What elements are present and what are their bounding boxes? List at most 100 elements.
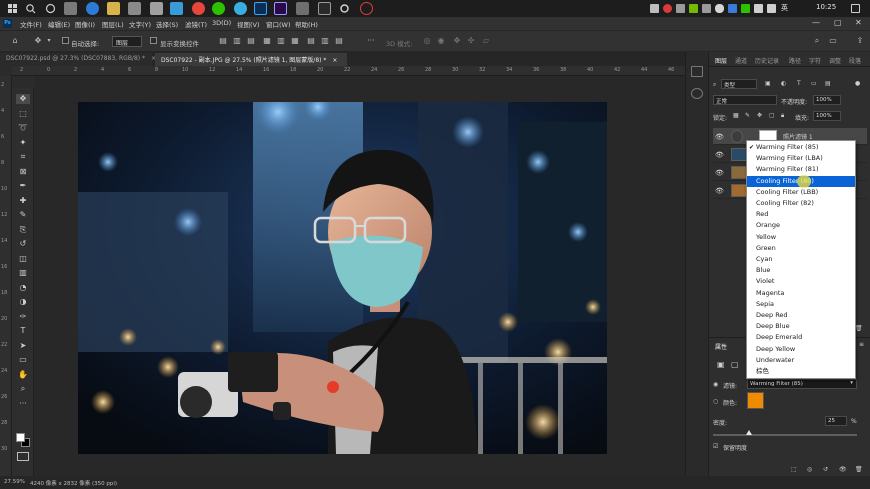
preserve-checkbox-icon[interactable]: ☑ [713, 443, 718, 450]
learn-panel-icon[interactable] [691, 66, 703, 77]
tab-character[interactable]: 字符 [809, 56, 821, 65]
nvidia-icon[interactable] [689, 4, 698, 13]
search-tool-icon[interactable]: ⌕ [812, 36, 822, 46]
density-slider-track[interactable] [713, 434, 857, 436]
document-photo[interactable] [78, 102, 607, 454]
layer-kind-filter[interactable]: 类型 [721, 79, 757, 89]
color-radio-icon[interactable]: ○ [713, 398, 718, 405]
filter-search-icon[interactable]: ⌕ [713, 81, 716, 89]
cloud-icon[interactable] [715, 4, 724, 13]
menu-image[interactable]: 图像(I) [75, 19, 95, 29]
zoom-level[interactable]: 27.59% [4, 479, 25, 485]
hand-tool-icon[interactable]: ✋ [16, 370, 30, 380]
type-filter-icon[interactable]: T [797, 80, 801, 87]
menu-view[interactable]: 视图(V) [237, 19, 260, 29]
blend-mode-dropdown[interactable]: 正常 [713, 95, 777, 105]
menu-type[interactable]: 文字(Y) [129, 19, 151, 29]
3d-pan-icon[interactable]: ✥ [452, 36, 462, 46]
properties-title[interactable]: 属性 [715, 342, 727, 351]
density-slider-thumb[interactable] [746, 430, 752, 435]
foreground-color-swatch[interactable] [16, 433, 25, 442]
quick-select-tool-icon[interactable]: ✦ [16, 138, 30, 148]
reset-icon[interactable]: ↺ [823, 466, 828, 473]
menu-help[interactable]: 帮助(H) [295, 19, 318, 29]
bluetooth-icon[interactable] [728, 4, 737, 13]
horizontal-ruler[interactable]: 2 0 2 4 6 8 10 12 14 16 18 20 22 24 26 28 30 32 34 36 38 40 42… [12, 66, 685, 76]
rectangle-tool-icon[interactable]: ▭ [16, 355, 30, 365]
3d-slide-icon[interactable]: ✣ [466, 36, 476, 46]
menu-window[interactable]: 窗口(W) [266, 19, 291, 29]
history-brush-tool-icon[interactable]: ↺ [16, 239, 30, 249]
restore-button[interactable]: ▢ [834, 18, 842, 27]
chrome-icon[interactable] [192, 2, 205, 15]
filter-option[interactable]: Deep Red [747, 310, 855, 321]
notification-icon[interactable] [851, 4, 860, 13]
lock-position-icon[interactable]: ✥ [757, 112, 762, 119]
file-explorer-icon[interactable] [64, 2, 77, 15]
filter-option[interactable]: ✔ Warming Filter (85) [747, 142, 855, 153]
menu-filter[interactable]: 滤镜(T) [185, 19, 207, 29]
visibility-eye-icon[interactable]: 👁︎ [715, 187, 724, 195]
minimize-button[interactable]: — [812, 18, 820, 27]
filter-option[interactable]: Orange [747, 220, 855, 231]
delete-adjustment-icon[interactable]: 🗑︎ [855, 466, 863, 473]
path-select-tool-icon[interactable]: ➤ [16, 341, 30, 351]
wifi-icon[interactable] [754, 4, 763, 13]
show-transform-checkbox[interactable] [150, 37, 157, 44]
distribute-right-icon[interactable]: ▤ [334, 36, 344, 46]
filter-option[interactable]: Deep Blue [747, 321, 855, 332]
filter-toggle-icon[interactable]: ● [855, 80, 860, 87]
filter-option[interactable]: Underwater [747, 355, 855, 366]
opacity-field[interactable]: 100% [813, 95, 841, 105]
filter-option[interactable]: Cooling Filter (82) [747, 198, 855, 209]
clip-to-layer-icon[interactable]: ⬚ [791, 466, 797, 473]
filter-option[interactable]: Violet [747, 276, 855, 287]
frame-tool-icon[interactable]: ⊠ [16, 167, 30, 177]
visibility-eye-icon[interactable]: 👁︎ [715, 133, 724, 141]
document-info[interactable]: 4240 像素 x 2832 像素 (350 ppi) [30, 479, 117, 487]
more-tools-icon[interactable]: ··· [16, 399, 30, 409]
pixel-filter-icon[interactable]: ▣ [765, 80, 771, 87]
auto-select-checkbox[interactable] [62, 37, 69, 44]
app-icon[interactable] [150, 2, 163, 15]
menu-layer[interactable]: 图层(L) [102, 19, 124, 29]
color-panel-icon[interactable] [691, 88, 703, 99]
tab-psd-document[interactable]: DSC07922.psd @ 27.3% (DSC07883, RGB/8) *… [0, 53, 156, 66]
blur-tool-icon[interactable]: ◔ [16, 283, 30, 293]
music-icon[interactable] [170, 2, 183, 15]
mask-properties-icon[interactable]: ▢ [731, 360, 739, 369]
tab-paragraph[interactable]: 段落 [849, 56, 861, 65]
fill-field[interactable]: 100% [813, 111, 841, 121]
windows-start-icon[interactable] [6, 2, 19, 15]
adjustment-filter-icon[interactable]: ◐ [781, 80, 786, 87]
align-right-icon[interactable]: ▤ [246, 36, 256, 46]
crop-tool-icon[interactable]: ⌗ [16, 152, 30, 162]
app-tray-icon[interactable] [676, 4, 685, 13]
cat-icon[interactable] [318, 2, 331, 15]
filter-option[interactable]: Magenta [747, 288, 855, 299]
filter-option[interactable]: Deep Emerald [747, 332, 855, 343]
filter-radio-icon[interactable]: ◉ [713, 381, 718, 388]
lock-artboard-icon[interactable]: ▢ [769, 112, 775, 119]
photoshop-taskbar-icon[interactable] [254, 2, 267, 15]
align-middle-icon[interactable]: ▥ [276, 36, 286, 46]
view-previous-icon[interactable]: ◎ [807, 466, 812, 473]
menu-3d[interactable]: 3D(D) [212, 19, 231, 27]
filter-option[interactable]: Cyan [747, 254, 855, 265]
workspace-icon[interactable]: ▭ [828, 36, 838, 46]
align-left-icon[interactable]: ▤ [218, 36, 228, 46]
clock[interactable]: 10:25 [816, 3, 836, 11]
menu-file[interactable]: 文件(F) [20, 19, 42, 29]
usb-icon[interactable] [296, 2, 309, 15]
auto-select-dropdown[interactable]: 图层 [112, 36, 142, 47]
brush-tool-icon[interactable]: ✎ [16, 210, 30, 220]
zoom-tool-icon[interactable]: ⌕ [16, 384, 30, 394]
density-field[interactable]: 25 [825, 416, 847, 426]
move-tool-icon[interactable]: ✥ [33, 36, 43, 46]
close-button[interactable]: ✕ [855, 18, 862, 27]
settings-icon[interactable] [338, 2, 351, 15]
volume-icon[interactable] [767, 4, 776, 13]
chevron-down-icon[interactable]: ▾ [44, 36, 54, 46]
stamp-tool-icon[interactable]: ⎘ [16, 225, 30, 235]
toggle-visibility-icon[interactable]: 👁︎ [839, 466, 847, 473]
